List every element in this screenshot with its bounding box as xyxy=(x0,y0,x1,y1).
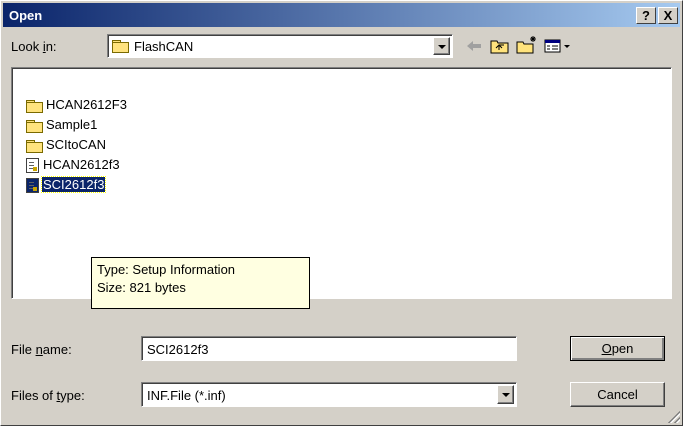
chevron-down-icon xyxy=(502,393,510,397)
tooltip-type: Type: Setup Information xyxy=(97,262,236,277)
view-menu-icon[interactable] xyxy=(543,37,573,55)
filename-value: SCI2612f3 xyxy=(147,342,209,357)
folder-icon xyxy=(26,119,43,133)
list-item-selected[interactable]: SCI2612f3 xyxy=(26,176,107,194)
filetype-value: INF.File (*.inf) xyxy=(147,388,226,403)
file-info-tooltip: Type: Setup Information Size: 821 bytes xyxy=(91,257,310,309)
close-button[interactable]: X xyxy=(658,7,678,24)
help-button[interactable]: ? xyxy=(636,7,656,24)
back-arrow-icon[interactable] xyxy=(464,37,484,55)
folder-icon xyxy=(26,99,43,113)
filetype-label: Files of type: xyxy=(11,388,85,403)
lookin-combo[interactable]: FlashCAN xyxy=(107,34,453,58)
folder-icon xyxy=(112,40,129,53)
open-button[interactable]: Open xyxy=(570,336,665,361)
title-bar[interactable]: Open ? X xyxy=(3,3,680,27)
list-item[interactable]: Sample1 xyxy=(26,116,98,134)
up-one-level-icon[interactable] xyxy=(489,37,511,55)
list-item[interactable]: HCAN2612F3 xyxy=(26,96,128,114)
lookin-label: Look in: xyxy=(11,39,57,54)
cancel-button[interactable]: Cancel xyxy=(570,382,665,407)
setup-file-icon xyxy=(26,178,39,194)
window-title: Open xyxy=(9,8,43,23)
setup-file-icon xyxy=(26,158,39,174)
filename-input[interactable]: SCI2612f3 xyxy=(141,336,517,361)
filename-label: File name: xyxy=(11,342,72,357)
lookin-value: FlashCAN xyxy=(134,39,194,54)
chevron-down-icon xyxy=(438,45,446,49)
resize-grip-icon[interactable] xyxy=(668,411,680,423)
folder-icon xyxy=(26,139,43,153)
list-item[interactable]: HCAN2612f3 xyxy=(26,156,121,174)
lookin-dropdown-button[interactable] xyxy=(433,37,450,55)
filetype-select[interactable]: INF.File (*.inf) xyxy=(141,382,517,407)
list-item[interactable]: SCItoCAN xyxy=(26,136,107,154)
new-folder-icon[interactable] xyxy=(515,35,539,55)
filetype-dropdown-button[interactable] xyxy=(497,385,514,404)
tooltip-size: Size: 821 bytes xyxy=(97,280,186,295)
open-dialog: Open ? X Look in: FlashCAN HCAN2612F3 Sa… xyxy=(0,0,683,426)
